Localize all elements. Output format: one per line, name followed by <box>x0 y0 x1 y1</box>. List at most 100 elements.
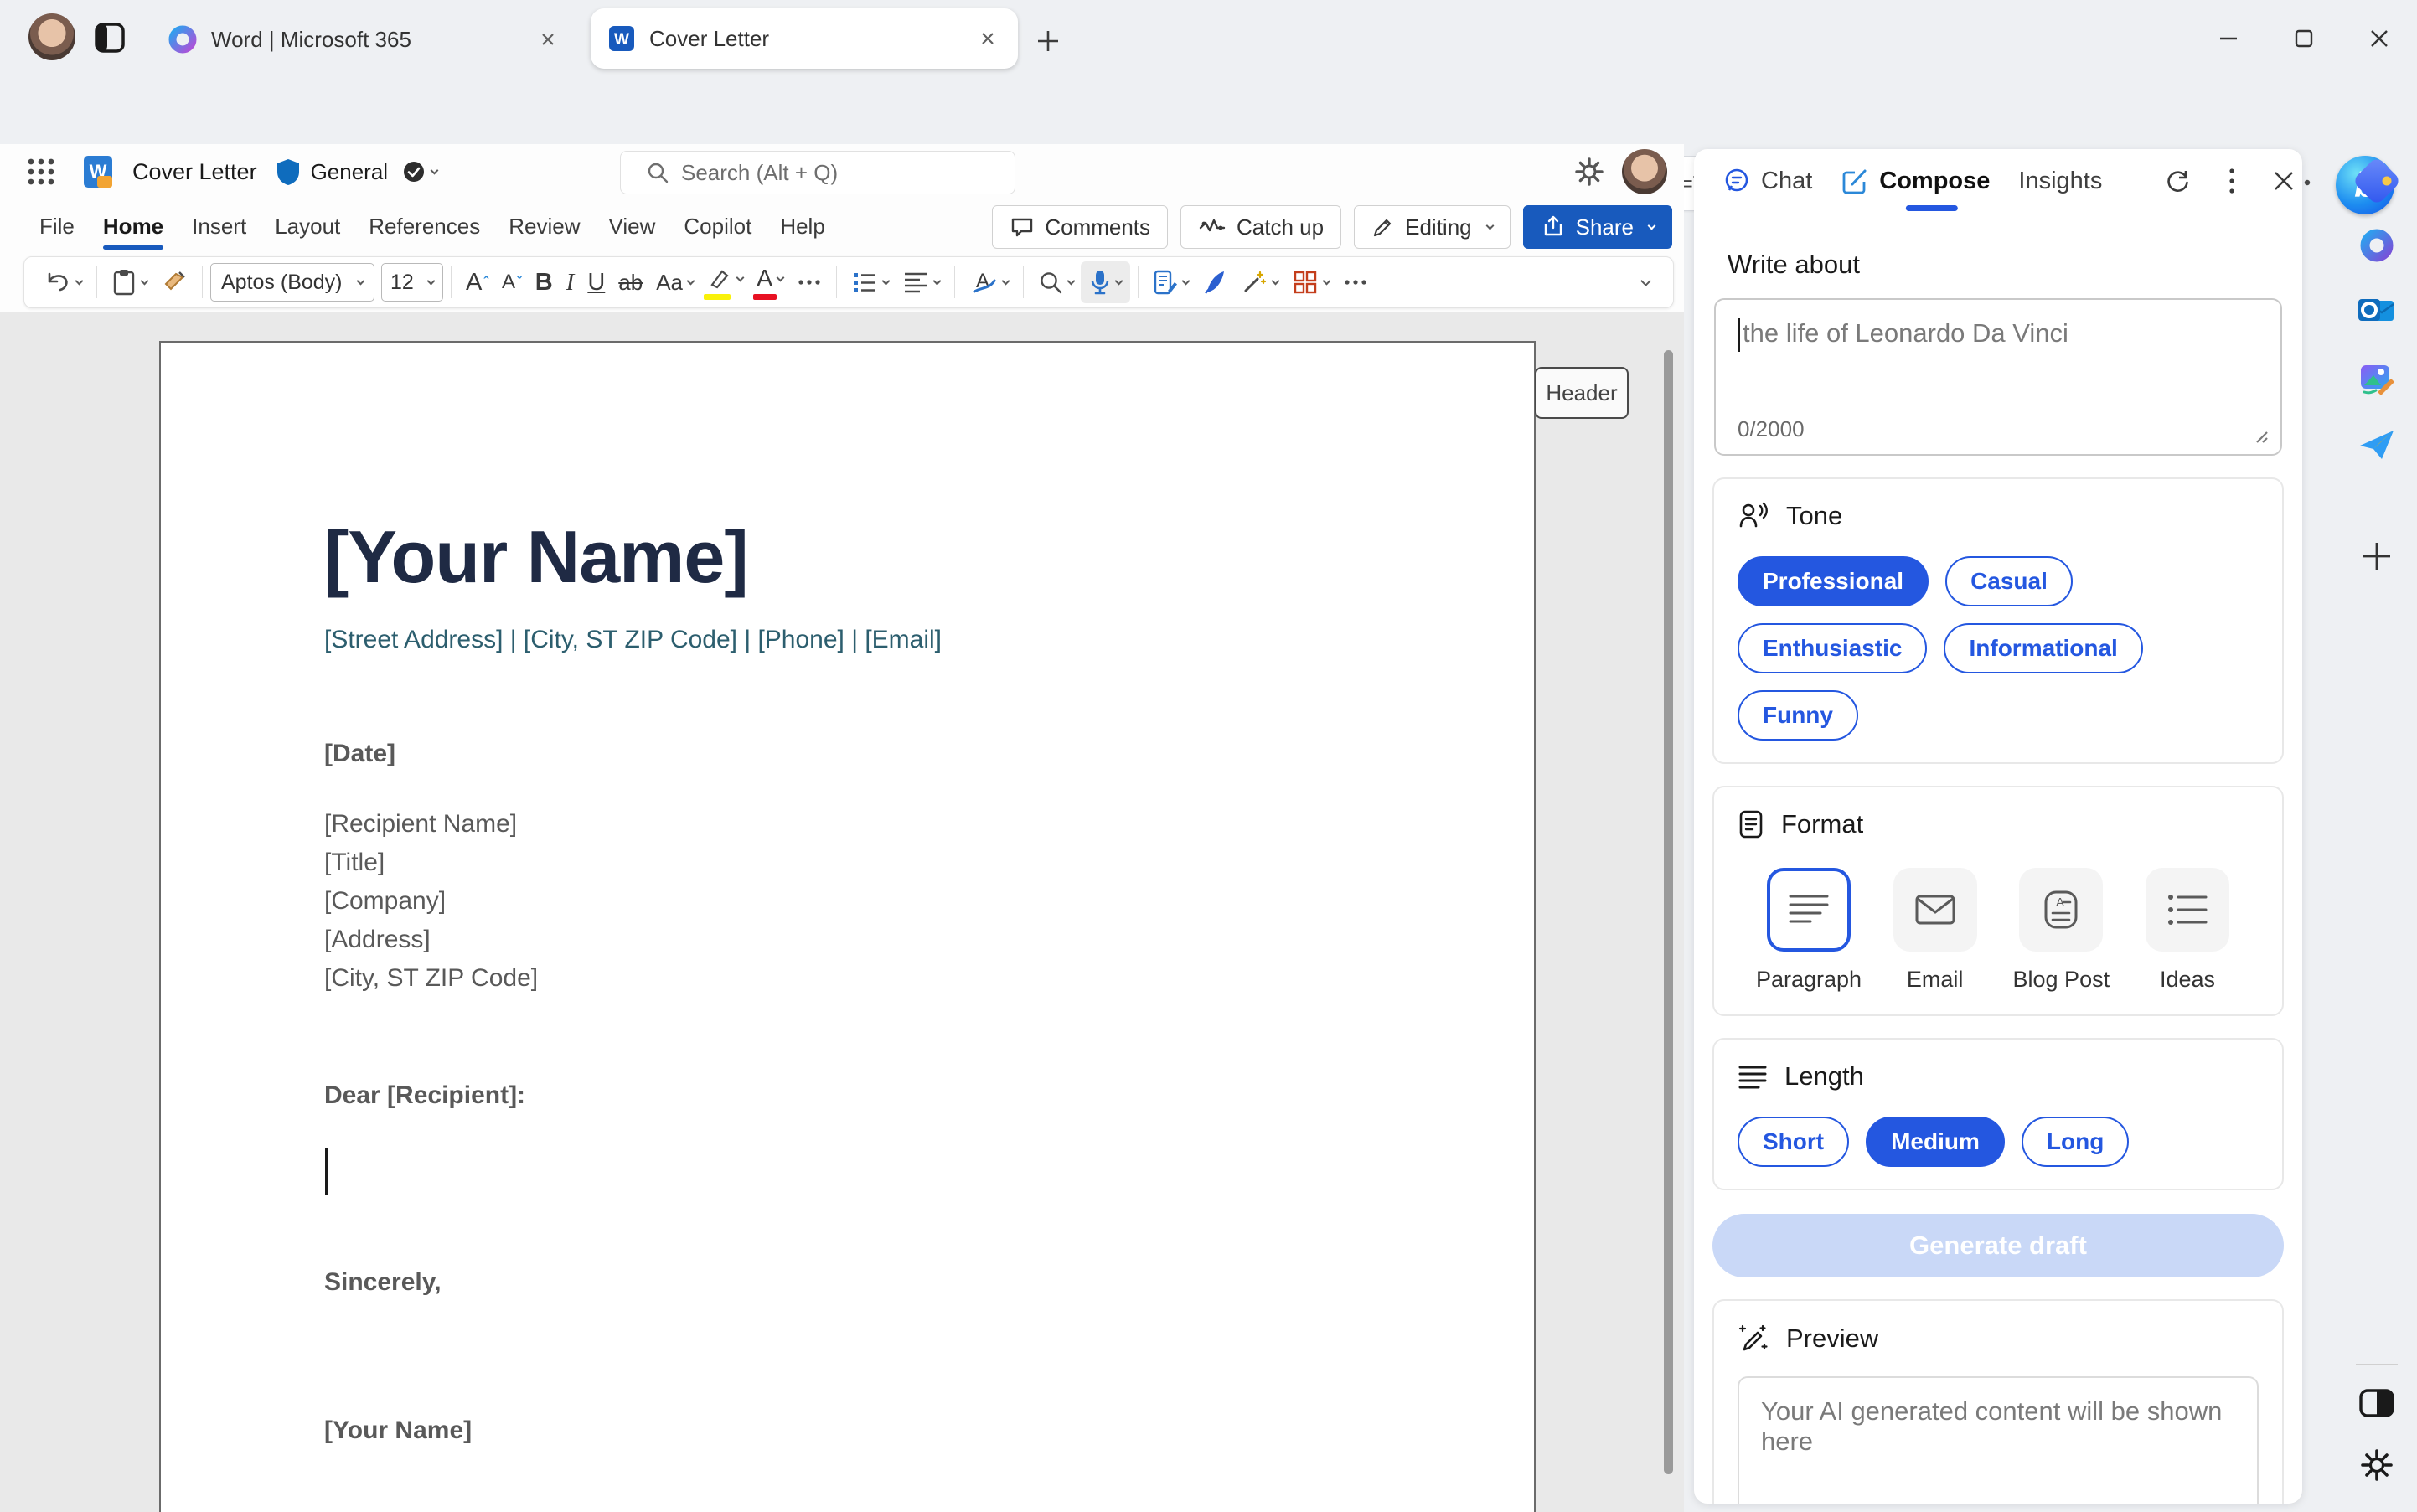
font-name-select[interactable]: Aptos (Body) <box>210 263 374 302</box>
browser-profile-avatar[interactable] <box>28 13 75 60</box>
designer-button[interactable] <box>1196 262 1234 302</box>
bullet-list-button[interactable] <box>844 262 896 302</box>
chevron-down-icon[interactable] <box>430 166 439 174</box>
format-blog-post[interactable]: A Blog Post <box>1998 868 2124 993</box>
change-case-button[interactable]: Aa <box>649 262 700 302</box>
tab-compose[interactable]: Compose <box>1841 149 1990 213</box>
share-button[interactable]: Share <box>1522 205 1672 249</box>
save-status-icon[interactable] <box>401 159 426 184</box>
align-options-button[interactable] <box>896 262 947 302</box>
close-tab-icon[interactable] <box>535 26 561 53</box>
dictate-button[interactable] <box>1081 261 1131 303</box>
doc-salutation[interactable]: Dear [Recipient]: <box>324 1081 525 1110</box>
header-section-button[interactable]: Header <box>1535 367 1629 419</box>
menu-copilot[interactable]: Copilot <box>669 199 766 253</box>
undo-button[interactable] <box>36 262 89 302</box>
format-email[interactable]: Email <box>1872 868 1998 993</box>
doc-name-heading[interactable]: [Your Name] <box>324 514 749 600</box>
drop-icon[interactable] <box>2347 427 2406 462</box>
refresh-icon[interactable] <box>2159 163 2196 199</box>
doc-date-line[interactable]: [Date] <box>324 740 395 768</box>
outlook-icon[interactable] <box>2347 294 2406 331</box>
doc-closing[interactable]: Sincerely, <box>324 1268 442 1297</box>
write-about-input[interactable]: the life of Leonardo Da Vinci 0/2000 <box>1714 298 2282 456</box>
tab-chat[interactable]: Chat <box>1722 149 1812 213</box>
close-panel-icon[interactable] <box>2268 165 2300 197</box>
window-close-icon[interactable] <box>2356 22 2403 55</box>
window-minimize-icon[interactable] <box>2205 22 2252 55</box>
length-short[interactable]: Short <box>1738 1117 1850 1167</box>
font-color-button[interactable]: A <box>750 262 790 302</box>
tone-professional[interactable]: Professional <box>1738 556 1929 606</box>
sidebar-toggle-icon[interactable] <box>2347 1387 2406 1419</box>
account-avatar[interactable] <box>1622 149 1667 194</box>
tone-informational[interactable]: Informational <box>1944 623 2143 673</box>
preview-magic-pen-icon <box>1738 1323 1769 1355</box>
italic-button[interactable]: I <box>560 262 581 302</box>
doc-signature[interactable]: [Your Name] <box>324 1417 472 1445</box>
length-medium[interactable]: Medium <box>1866 1117 2005 1167</box>
find-button[interactable] <box>1031 262 1081 302</box>
sidebar-settings-gear-icon[interactable] <box>2347 1447 2406 1483</box>
shrink-font-button[interactable]: Aˇ <box>495 262 529 302</box>
app-launcher-icon[interactable] <box>23 154 59 189</box>
catch-up-button[interactable]: Catch up <box>1180 205 1342 249</box>
editing-mode-button[interactable]: Editing <box>1354 205 1511 249</box>
menu-file[interactable]: File <box>25 199 89 253</box>
doc-recipient-block[interactable]: [Recipient Name] [Title] [Company] [Addr… <box>324 805 538 998</box>
sensitivity-label[interactable]: General <box>311 159 389 185</box>
new-tab-icon[interactable] <box>1035 28 1061 54</box>
format-ideas[interactable]: Ideas <box>2125 868 2250 993</box>
editor-button[interactable] <box>1146 262 1196 302</box>
tone-casual[interactable]: Casual <box>1945 556 2073 606</box>
chevron-down-icon <box>140 276 149 285</box>
document-scrollbar[interactable] <box>1664 350 1673 1474</box>
tone-funny[interactable]: Funny <box>1738 690 1858 741</box>
comments-button[interactable]: Comments <box>992 205 1169 249</box>
font-size-select[interactable]: 12 <box>381 263 443 302</box>
menu-home[interactable]: Home <box>89 199 178 253</box>
workspaces-icon[interactable] <box>94 22 126 54</box>
add-sidebar-app-icon[interactable] <box>2347 539 2406 573</box>
close-tab-icon[interactable] <box>974 25 1001 52</box>
word-search-box[interactable]: Search (Alt + Q) <box>620 151 1015 194</box>
auto-rewrite-wand-icon[interactable] <box>1234 262 1285 302</box>
format-paragraph[interactable]: Paragraph <box>1746 868 1872 993</box>
toolbar-overflow-icon[interactable] <box>1336 262 1375 302</box>
resize-grip-icon[interactable] <box>2250 426 2269 444</box>
document-title[interactable]: Cover Letter <box>132 159 257 185</box>
strikethrough-button[interactable]: ab <box>612 262 649 302</box>
table-grid-button[interactable] <box>1285 262 1336 302</box>
image-creator-icon[interactable] <box>2347 360 2406 399</box>
length-long[interactable]: Long <box>2021 1117 2130 1167</box>
menu-help[interactable]: Help <box>766 199 839 253</box>
tone-label: Tone <box>1786 501 1843 530</box>
microsoft365-sidebar-icon[interactable] <box>2347 226 2406 265</box>
menu-review[interactable]: Review <box>494 199 594 253</box>
settings-gear-icon[interactable] <box>1573 156 1605 188</box>
browser-tab-word-home[interactable]: Word | Microsoft 365 <box>152 13 576 65</box>
shopping-icon[interactable] <box>2347 156 2406 206</box>
format-painter-icon[interactable] <box>154 262 194 302</box>
highlight-color-button[interactable] <box>700 262 750 302</box>
menu-references[interactable]: References <box>354 199 494 253</box>
styles-button[interactable]: A <box>963 262 1015 302</box>
underline-button[interactable]: U <box>581 262 612 302</box>
browser-tab-cover-letter[interactable]: W Cover Letter <box>591 8 1018 69</box>
collapse-ribbon-icon[interactable] <box>1628 262 1656 302</box>
menu-layout[interactable]: Layout <box>261 199 354 253</box>
doc-contact-line[interactable]: [Street Address] | [City, ST ZIP Code] |… <box>324 626 942 654</box>
window-maximize-icon[interactable] <box>2280 22 2327 55</box>
document-page[interactable]: [Your Name] [Street Address] | [City, ST… <box>159 341 1536 1512</box>
grow-font-button[interactable]: Aˆ <box>459 262 495 302</box>
generate-draft-button[interactable]: Generate draft <box>1712 1214 2284 1277</box>
bold-button[interactable]: B <box>529 262 560 302</box>
tone-enthusiastic[interactable]: Enthusiastic <box>1738 623 1928 673</box>
paste-button[interactable] <box>105 262 154 302</box>
more-font-options-icon[interactable] <box>790 262 829 302</box>
blog-post-icon: A <box>2043 890 2079 930</box>
kebab-menu-icon[interactable] <box>2224 163 2239 199</box>
tab-insights[interactable]: Insights <box>2018 149 2102 213</box>
menu-view[interactable]: View <box>594 199 669 253</box>
menu-insert[interactable]: Insert <box>178 199 261 253</box>
